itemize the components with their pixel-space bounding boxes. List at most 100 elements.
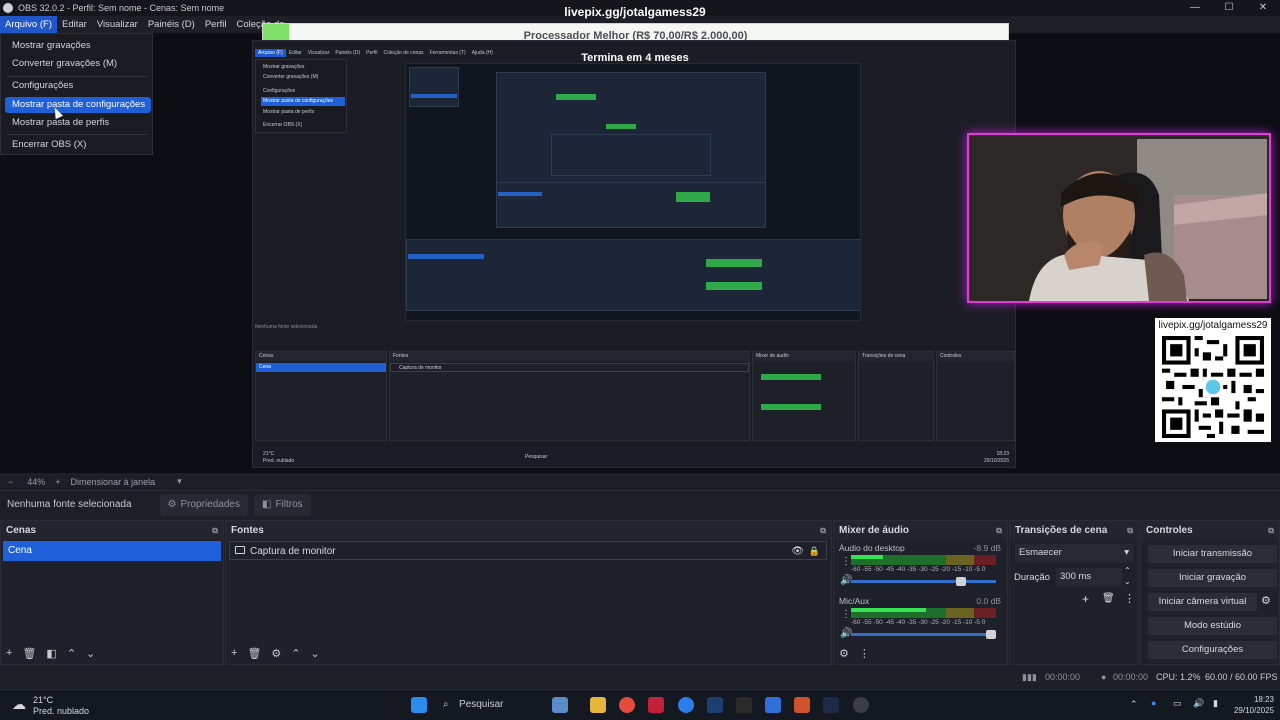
nested-weather-desc: Pred. nublado: [263, 458, 295, 464]
nested-dock-title: Controles: [937, 352, 1014, 361]
taskbar-clock[interactable]: 18:23 29/10/2025: [1234, 694, 1274, 716]
add-icon[interactable]: +: [231, 647, 237, 659]
obs-taskbar-icon[interactable]: [853, 697, 869, 713]
minimize-button[interactable]: —: [1178, 0, 1212, 16]
start-recording-button[interactable]: Iniciar gravação: [1148, 569, 1277, 587]
zoom-out-button[interactable]: −: [8, 477, 13, 487]
audio-mixer-dock: Mixer de áudio ⧉ Áudio do desktop -8.9 d…: [833, 520, 1008, 665]
file-menu-dropdown: Mostrar gravações Converter gravações (M…: [0, 33, 153, 155]
widgets-icon[interactable]: [552, 697, 568, 713]
network-icon: ▮▮▮: [1022, 672, 1037, 682]
dock-float-icon[interactable]: ⧉: [1268, 521, 1274, 540]
filters-button[interactable]: ◧ Filtros: [253, 493, 311, 516]
edge-icon[interactable]: [678, 697, 694, 713]
mixer-dock-title: Mixer de áudio ⧉: [834, 521, 1007, 540]
slider-handle[interactable]: [986, 630, 996, 639]
duration-field[interactable]: 300 ms: [1056, 568, 1122, 586]
no-source-label: Nenhuma fonte selecionada: [7, 499, 132, 510]
start-streaming-button[interactable]: Iniciar transmissão: [1148, 545, 1277, 563]
nested-highlight: [498, 192, 542, 196]
app-icon[interactable]: [648, 697, 664, 713]
menu-docks[interactable]: Painéis (D): [143, 19, 200, 30]
properties-button[interactable]: ⚙ Propriedades: [159, 493, 248, 516]
add-icon[interactable]: +: [1082, 592, 1089, 606]
menu-separator: [7, 76, 147, 77]
nested-menu-entry: Configurações: [263, 88, 296, 94]
status-bar: ▮▮▮ 00:00:00 ● 00:00:00 CPU: 1.2% 60.00 …: [0, 667, 1280, 689]
volume-icon[interactable]: 🔊: [1193, 698, 1204, 709]
epic-games-icon[interactable]: [736, 697, 752, 713]
dock-float-icon[interactable]: ⧉: [820, 521, 826, 540]
sources-dock-title: Fontes ⧉: [226, 521, 831, 540]
source-item[interactable]: Captura de monitor 👁 🔒: [229, 541, 827, 560]
battery-icon[interactable]: ▮: [1213, 698, 1218, 709]
maximize-button[interactable]: ☐: [1212, 0, 1246, 16]
scale-mode[interactable]: Dimensionar à janela: [71, 477, 156, 487]
scene-item[interactable]: Cena: [3, 541, 221, 561]
menu-remux-recordings[interactable]: Converter gravações (M): [5, 56, 151, 72]
zoom-in-button[interactable]: +: [55, 477, 60, 487]
mic-icon[interactable]: ●: [1151, 698, 1156, 708]
adobe-icon[interactable]: [794, 697, 810, 713]
eye-icon[interactable]: 👁: [791, 542, 804, 561]
stream-time: 00:00:00: [1113, 672, 1149, 682]
nested-meter: [606, 124, 636, 129]
nested-menubar: Arquivo (F) Editar Visualizar Painéis (D…: [255, 49, 496, 57]
menu-exit[interactable]: Encerrar OBS (X): [5, 137, 151, 153]
menu-show-settings-folder[interactable]: Mostrar pasta de configurações: [5, 97, 151, 113]
arrow-down-icon[interactable]: ⌄: [311, 647, 320, 660]
meter-level: [851, 608, 926, 612]
dock-float-icon[interactable]: ⧉: [1127, 521, 1133, 540]
gear-icon[interactable]: ⚙: [1261, 594, 1271, 607]
menu-file[interactable]: Arquivo (F): [0, 16, 57, 33]
volume-slider[interactable]: [851, 630, 996, 639]
menu-settings[interactable]: Configurações: [5, 78, 151, 94]
stepper-down-icon[interactable]: ⌄: [1124, 577, 1131, 586]
trash-icon[interactable]: 🗑: [1102, 593, 1115, 604]
gear-icon[interactable]: ⚙: [271, 647, 281, 660]
more-vertical-icon[interactable]: ⋮: [859, 647, 870, 660]
dock-float-icon[interactable]: ⧉: [212, 521, 218, 540]
menu-profile[interactable]: Perfil: [200, 19, 232, 30]
display-icon[interactable]: ▭: [1173, 698, 1182, 709]
nested-menu-item: Ferramentas (T): [429, 50, 466, 56]
menu-edit[interactable]: Editar: [57, 19, 92, 30]
more-vertical-icon[interactable]: ⋮: [1124, 592, 1135, 605]
menu-show-profile-folder[interactable]: Mostrar pasta de perfis: [5, 115, 151, 131]
steam-icon[interactable]: [823, 697, 839, 713]
store-icon[interactable]: [765, 697, 781, 713]
lock-icon[interactable]: 🔒: [809, 542, 820, 561]
more-vertical-icon[interactable]: ⋮: [841, 556, 851, 567]
add-icon[interactable]: +: [6, 647, 12, 659]
stream-icon: ●: [1101, 672, 1107, 682]
chrome-icon[interactable]: [619, 697, 635, 713]
menu-view[interactable]: Visualizar: [92, 19, 143, 30]
menu-show-recordings[interactable]: Mostrar gravações: [5, 38, 151, 54]
folder-icon[interactable]: [590, 697, 606, 713]
stepper-up-icon[interactable]: ⌃: [1124, 566, 1131, 575]
filter-icon[interactable]: ◧: [46, 647, 56, 660]
studio-mode-button[interactable]: Modo estúdio: [1148, 617, 1277, 635]
chat-icon[interactable]: [707, 697, 723, 713]
mixer-channel-mic: Mic/Aux 0.0 dB: [839, 596, 1001, 606]
volume-slider[interactable]: [851, 577, 996, 586]
trash-icon[interactable]: 🗑: [247, 647, 261, 660]
settings-button[interactable]: Configurações: [1148, 641, 1277, 659]
chevron-up-icon[interactable]: ⌃: [1130, 699, 1138, 710]
mixer-settings-icon[interactable]: ⚙: [839, 647, 849, 660]
trash-icon[interactable]: 🗑: [22, 647, 36, 660]
arrow-up-icon[interactable]: ⌃: [67, 647, 76, 660]
windows-start-icon[interactable]: [411, 697, 427, 713]
more-vertical-icon[interactable]: ⋮: [841, 609, 851, 620]
dock-float-icon[interactable]: ⧉: [996, 521, 1002, 540]
close-button[interactable]: ✕: [1246, 0, 1280, 16]
obs-logo-icon: [3, 3, 13, 13]
start-virtual-camera-button[interactable]: Iniciar câmera virtual: [1148, 593, 1257, 611]
transition-select[interactable]: Esmaecer ▾: [1015, 544, 1133, 562]
slider-handle[interactable]: [956, 577, 966, 586]
nested-window: [406, 239, 860, 311]
arrow-down-icon[interactable]: ⌄: [86, 647, 95, 660]
chevron-down-icon[interactable]: ▾: [177, 476, 182, 487]
arrow-up-icon[interactable]: ⌃: [291, 647, 300, 660]
channel-db: 0.0 dB: [976, 596, 1001, 606]
